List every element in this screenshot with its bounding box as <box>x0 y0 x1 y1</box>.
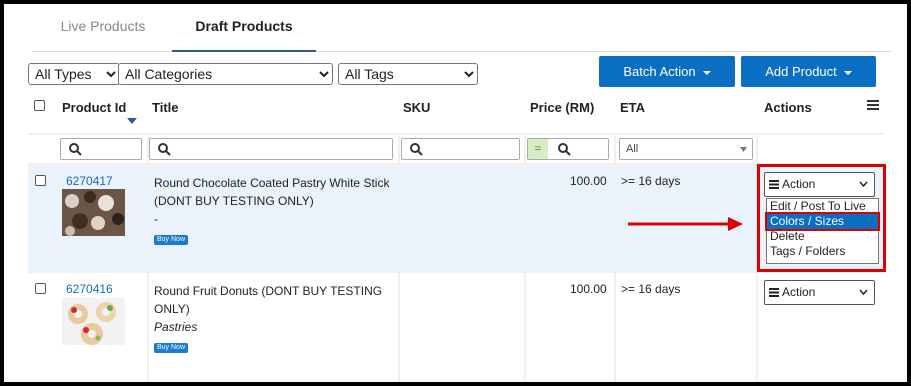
chevron-down-icon <box>740 147 747 152</box>
col-header-sku[interactable]: SKU <box>403 100 430 115</box>
row-checkbox[interactable] <box>35 175 46 186</box>
row-cell <box>400 165 524 271</box>
product-category: Pastries <box>154 320 198 334</box>
sort-desc-icon[interactable] <box>127 118 137 124</box>
select-all-checkbox[interactable] <box>34 100 45 111</box>
buy-now-badge: Buy Now <box>154 235 189 245</box>
col-header-title[interactable]: Title <box>152 100 179 115</box>
product-title-line: Round Chocolate Coated Pastry White Stic… <box>154 176 390 190</box>
product-title-line: (DONT BUY TESTING ONLY) <box>154 194 314 208</box>
highlight-box <box>757 164 886 272</box>
product-id-link[interactable]: 6270417 <box>66 174 113 188</box>
chevron-down-icon <box>859 289 868 295</box>
sku-search-input[interactable] <box>401 138 520 160</box>
price-search-input[interactable]: = <box>527 138 609 160</box>
batch-action-button[interactable]: Batch Action <box>599 56 735 87</box>
types-filter[interactable]: All Types <box>28 63 120 85</box>
search-icon <box>69 143 82 156</box>
action-select[interactable]: Action <box>764 280 875 305</box>
tab-live-products[interactable]: Live Products <box>40 10 166 52</box>
col-header-product-id[interactable]: Product Id <box>62 100 126 115</box>
menu-icon <box>769 288 779 298</box>
product-price: 100.00 <box>570 282 607 296</box>
action-select-label: Action <box>782 285 816 299</box>
product-title: Round Fruit Donuts (DONT BUY TESTING ONL… <box>154 282 394 336</box>
product-title: Round Chocolate Coated Pastry White Stic… <box>154 174 394 228</box>
eta-filter-select[interactable]: All <box>619 138 753 160</box>
search-icon <box>410 143 423 156</box>
product-category: - <box>154 212 158 226</box>
col-header-eta[interactable]: ETA <box>620 100 645 115</box>
col-header-price[interactable]: Price (RM) <box>530 100 594 115</box>
product-thumbnail[interactable] <box>62 298 125 345</box>
search-row-cell <box>758 135 883 163</box>
col-header-actions: Actions <box>764 100 812 115</box>
donut-photo <box>62 298 125 345</box>
row-checkbox[interactable] <box>35 283 46 294</box>
annotation-arrow-icon <box>628 217 743 231</box>
batch-action-label: Batch Action <box>623 64 696 79</box>
product-price: 100.00 <box>570 174 607 188</box>
pastry-photo <box>62 189 125 236</box>
add-product-label: Add Product <box>765 64 837 79</box>
tab-bar: Live Products Draft Products <box>32 10 892 52</box>
product-id-search-input[interactable] <box>60 138 142 160</box>
column-menu-icon[interactable] <box>867 100 879 110</box>
title-search-input[interactable] <box>149 138 393 160</box>
product-thumbnail[interactable] <box>62 189 125 236</box>
tags-filter[interactable]: All Tags <box>338 63 478 85</box>
buy-now-badge: Buy Now <box>154 343 189 353</box>
eta-filter-value: All <box>626 143 639 155</box>
product-eta: >= 16 days <box>621 282 681 296</box>
caret-down-icon <box>702 70 711 75</box>
product-eta: >= 16 days <box>621 174 681 188</box>
caret-down-icon <box>843 70 852 75</box>
page: Live Products Draft Products All Types A… <box>4 4 907 382</box>
search-icon <box>158 143 171 156</box>
product-title-line: Round Fruit Donuts (DONT BUY TESTING <box>154 284 383 298</box>
product-id-link[interactable]: 6270416 <box>66 282 113 296</box>
search-icon <box>558 143 571 156</box>
categories-filter[interactable]: All Categories <box>118 63 333 85</box>
row-cell <box>400 273 524 382</box>
tab-draft-products[interactable]: Draft Products <box>172 10 316 52</box>
price-operator-button[interactable]: = <box>528 139 548 159</box>
add-product-button[interactable]: Add Product <box>741 56 876 87</box>
product-title-line: ONLY) <box>154 302 190 316</box>
